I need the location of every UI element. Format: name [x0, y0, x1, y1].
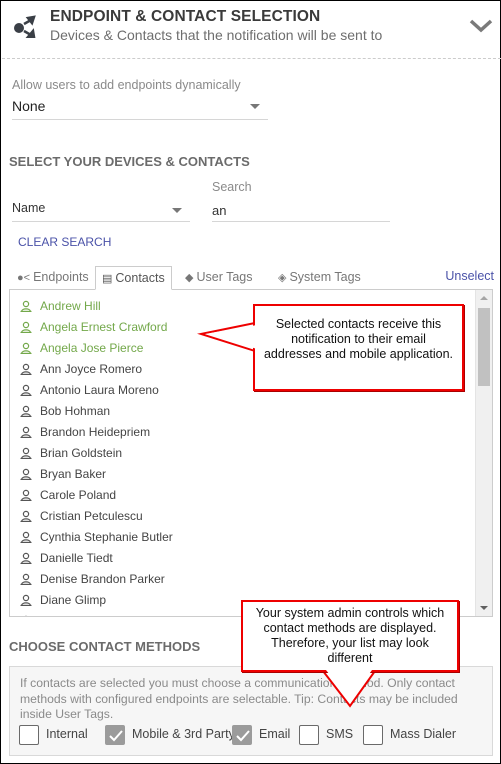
checkmark-icon [236, 730, 250, 742]
contact-list-item[interactable]: Cynthia Stephanie Butler [10, 528, 470, 549]
admin-controls-callout: Your system admin controls which contact… [241, 600, 459, 672]
contact-list-item[interactable]: Bryan Baker [10, 465, 470, 486]
dynamic-endpoints-select[interactable]: None [12, 96, 268, 120]
tab-bar: ●< Endpoints ▤ Contacts ◆ User Tags ◈ System… [9, 266, 494, 290]
unselect-link[interactable]: Unselect [445, 269, 494, 283]
contact-name: Cynthia Stephanie Butler [40, 530, 173, 544]
contact-name: Bryan Baker [40, 467, 107, 481]
endpoints-share-icon [14, 15, 36, 38]
tag-icon: ◆ [185, 272, 194, 284]
panel-title: ENDPOINT & CONTACT SELECTION [50, 8, 321, 25]
chevron-down-icon[interactable] [468, 16, 494, 36]
scroll-up-arrow-icon[interactable] [480, 296, 488, 300]
tab-endpoints[interactable]: ●< Endpoints [11, 266, 95, 290]
contact-name: Antonio Laura Moreno [40, 383, 159, 397]
dropdown-caret-icon [172, 208, 182, 213]
dropdown-caret-icon [250, 104, 260, 109]
selected-contacts-callout: Selected contacts receive this notificat… [253, 304, 464, 391]
scrollbar-thumb[interactable] [478, 308, 490, 386]
person-icon [20, 384, 32, 396]
contact-list-item[interactable]: Danielle Tiedt [10, 549, 470, 570]
person-icon [20, 321, 32, 333]
list-scrollbar[interactable] [475, 290, 492, 616]
contact-methods-note: If contacts are selected you must choose… [20, 676, 458, 721]
contact-name: Diane Glimp [40, 593, 107, 607]
checkbox-label: Email [259, 727, 291, 741]
contact-name: Bob Hohman [40, 404, 111, 418]
checkbox-label: Mobile & 3rd Party [132, 727, 235, 741]
panel-subtitle: Devices & Contacts that the notification… [50, 27, 383, 43]
contact-name: Andrew Hill [40, 299, 101, 313]
contact-name: Ann Joyce Romero [40, 362, 143, 376]
endpoints-icon: ●< [17, 272, 31, 284]
endpoint-contact-panel: ENDPOINT & CONTACT SELECTION Devices & C… [0, 0, 501, 764]
contact-list-item[interactable]: Brian Goldstein [10, 444, 470, 465]
contact-name: Brian Goldstein [40, 446, 123, 460]
search-field-value: Name [12, 201, 46, 215]
checkbox-box[interactable] [105, 725, 125, 745]
contact-list-item[interactable]: Denise Brandon Parker [10, 570, 470, 591]
person-icon [20, 594, 32, 606]
tab-contacts[interactable]: ▤ Contacts [95, 266, 172, 290]
contact-name: Brandon Heidepriem [40, 425, 151, 439]
person-icon [20, 426, 32, 438]
contact-name: Cristian Petculescu [40, 509, 143, 523]
search-field-select[interactable]: Name [12, 201, 190, 222]
scroll-down-arrow-icon[interactable] [480, 606, 488, 610]
contact-name: Denise Brandon Parker [40, 572, 165, 586]
contact-list-item[interactable]: Brandon Heidepriem [10, 423, 470, 444]
contact-card-icon: ▤ [102, 273, 113, 285]
checkbox-label: Mass Dialer [390, 727, 456, 741]
contact-list-item[interactable]: Bob Hohman [10, 402, 470, 423]
person-icon [20, 510, 32, 522]
checkbox-label: Internal [46, 727, 88, 741]
person-icon [20, 531, 32, 543]
contact-name: Angela Ernest Crawford [40, 320, 168, 334]
contact-list-item[interactable]: Cristian Petculescu [10, 507, 470, 528]
contact-methods-heading: CHOOSE CONTACT METHODS [9, 639, 201, 654]
person-icon [20, 447, 32, 459]
person-icon [20, 405, 32, 417]
checkbox-box[interactable] [232, 725, 252, 745]
contact-name: Diane Martinez [40, 614, 121, 616]
contact-name: Carole Poland [40, 488, 117, 502]
panel-header[interactable]: ENDPOINT & CONTACT SELECTION Devices & C… [2, 2, 501, 59]
search-input[interactable] [212, 199, 390, 222]
clear-search-button[interactable]: CLEAR SEARCH [18, 235, 111, 249]
checkbox-box[interactable] [299, 725, 319, 745]
contact-name: Angela Jose Pierce [40, 341, 144, 355]
person-icon [20, 552, 32, 564]
person-icon [20, 300, 32, 312]
search-label: Search [212, 180, 252, 194]
person-icon [20, 468, 32, 480]
contact-list-item[interactable]: Carole Poland [10, 486, 470, 507]
system-tag-icon: ◈ [278, 272, 287, 284]
tab-user-tags[interactable]: ◆ User Tags [179, 266, 259, 290]
person-icon [20, 573, 32, 585]
person-icon [20, 489, 32, 501]
select-devices-heading: SELECT YOUR DEVICES & CONTACTS [9, 154, 250, 169]
tab-system-tags[interactable]: ◈ System Tags [272, 266, 367, 290]
person-icon [24, 615, 28, 616]
dynamic-endpoints-label: Allow users to add endpoints dynamically [12, 78, 241, 92]
checkbox-label: SMS [326, 727, 354, 741]
checkbox-box[interactable] [19, 725, 39, 745]
contact-methods-box: If contacts are selected you must choose… [9, 666, 493, 756]
dynamic-endpoints-value: None [12, 98, 46, 114]
checkbox-box[interactable] [363, 725, 383, 745]
person-icon [20, 342, 32, 354]
person-icon [20, 363, 32, 375]
checkmark-icon [109, 730, 123, 742]
contact-name: Danielle Tiedt [40, 551, 113, 565]
contact-methods-options: Internal Mobile & 3rd Party Email SMS Mass D… [19, 725, 489, 749]
